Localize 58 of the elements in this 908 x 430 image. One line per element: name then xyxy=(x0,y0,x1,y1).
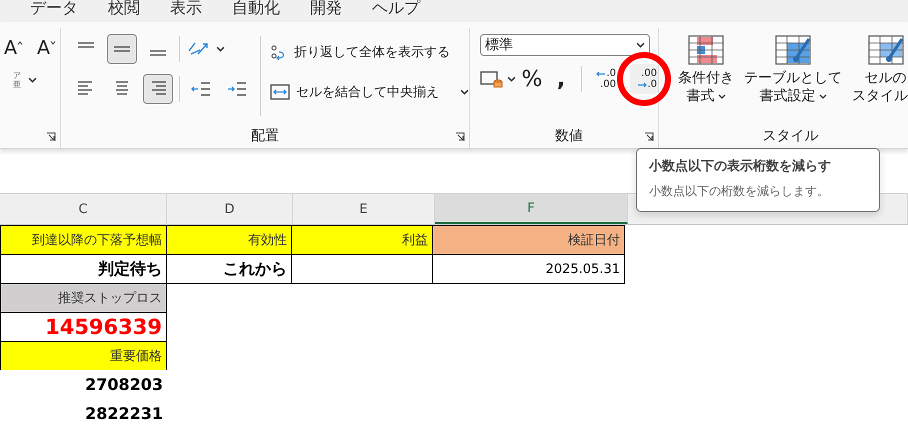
align-middle-icon xyxy=(114,46,130,52)
column-header[interactable]: F xyxy=(435,194,628,224)
table-cell: 検証日付 xyxy=(432,225,625,255)
arrow-icon xyxy=(637,82,648,88)
percent-button[interactable]: % xyxy=(519,64,545,94)
wrap-text-button[interactable]: 折り返して全体を表示する xyxy=(269,38,469,66)
group-label: 数値 xyxy=(555,127,583,145)
dialog-launcher-icon[interactable] xyxy=(644,132,654,142)
colored-grid-icon xyxy=(688,35,724,65)
shrink-font-button[interactable]: A xyxy=(33,34,60,62)
chevron-icon xyxy=(636,42,645,48)
accounting-format-icon[interactable] xyxy=(480,69,504,89)
arrow-icon xyxy=(596,70,606,76)
caret-icon xyxy=(17,41,23,45)
merge-cells-icon xyxy=(270,83,290,101)
conditional-style-button[interactable]: 条件付き 書式 xyxy=(675,34,737,124)
tooltip-title: 小数点以下の表示桁数を減らす xyxy=(649,158,832,175)
column-header[interactable]: C xyxy=(0,194,167,224)
column-header[interactable]: D xyxy=(167,194,293,224)
chevron-icon[interactable] xyxy=(216,46,225,52)
menu-tab[interactable]: 校閲 xyxy=(108,0,140,18)
dialog-launcher-icon[interactable] xyxy=(46,132,56,142)
menu-tab[interactable]: 自動化 xyxy=(232,0,280,18)
table-cell: 到達以降の下落予想幅 xyxy=(0,225,167,255)
group-label: スタイル xyxy=(762,127,818,145)
comma-style-button[interactable]: , xyxy=(548,64,574,94)
table-cell: 有効性 xyxy=(166,225,292,255)
decrease-decimal-button[interactable]: .00 .0 xyxy=(630,64,658,94)
phonetic-button[interactable]: ア 亜 xyxy=(12,70,22,90)
align-middle-button[interactable] xyxy=(107,34,137,64)
grow-font-button[interactable]: A xyxy=(0,34,27,62)
chevron-icon xyxy=(718,94,726,98)
table-cell: 利益 xyxy=(291,225,433,255)
table-cell: 14596339 xyxy=(0,312,167,342)
align-top-icon xyxy=(78,42,94,48)
merge-center-button[interactable]: セルを結合して中央揃え xyxy=(269,78,440,106)
menu-tab[interactable]: 表示 xyxy=(170,0,202,18)
cell-style-button[interactable]: セルの スタイル xyxy=(849,34,908,124)
chevron-icon[interactable] xyxy=(507,76,516,82)
chevron-icon[interactable] xyxy=(28,77,37,83)
group-label: 配置 xyxy=(251,127,279,145)
grid-brush-icon xyxy=(868,35,904,65)
chevron-icon[interactable] xyxy=(460,89,469,95)
table-cell: 2025.05.31 xyxy=(432,254,625,284)
caret-icon xyxy=(50,41,56,45)
grid-brush-icon xyxy=(775,35,811,65)
dialog-launcher-icon[interactable] xyxy=(455,132,465,142)
align-bottom-icon xyxy=(150,50,166,56)
menu-tab[interactable]: 開発 xyxy=(310,0,342,18)
table-cell: 推奨ストップロス xyxy=(0,283,167,313)
table-cell: 重要価格 xyxy=(0,341,167,371)
number-format-dropdown[interactable]: 標準 xyxy=(480,34,650,56)
increase-decimal-button[interactable]: .0 .00 xyxy=(589,64,617,94)
tooltip-text: 小数点以下の桁数を減らします。 xyxy=(649,183,830,200)
table-style-button[interactable]: テーブルとして 書式設定 xyxy=(741,34,845,124)
align-right-button[interactable] xyxy=(143,74,173,104)
menu-tab[interactable]: データ xyxy=(30,0,78,18)
chevron-icon xyxy=(818,94,826,98)
